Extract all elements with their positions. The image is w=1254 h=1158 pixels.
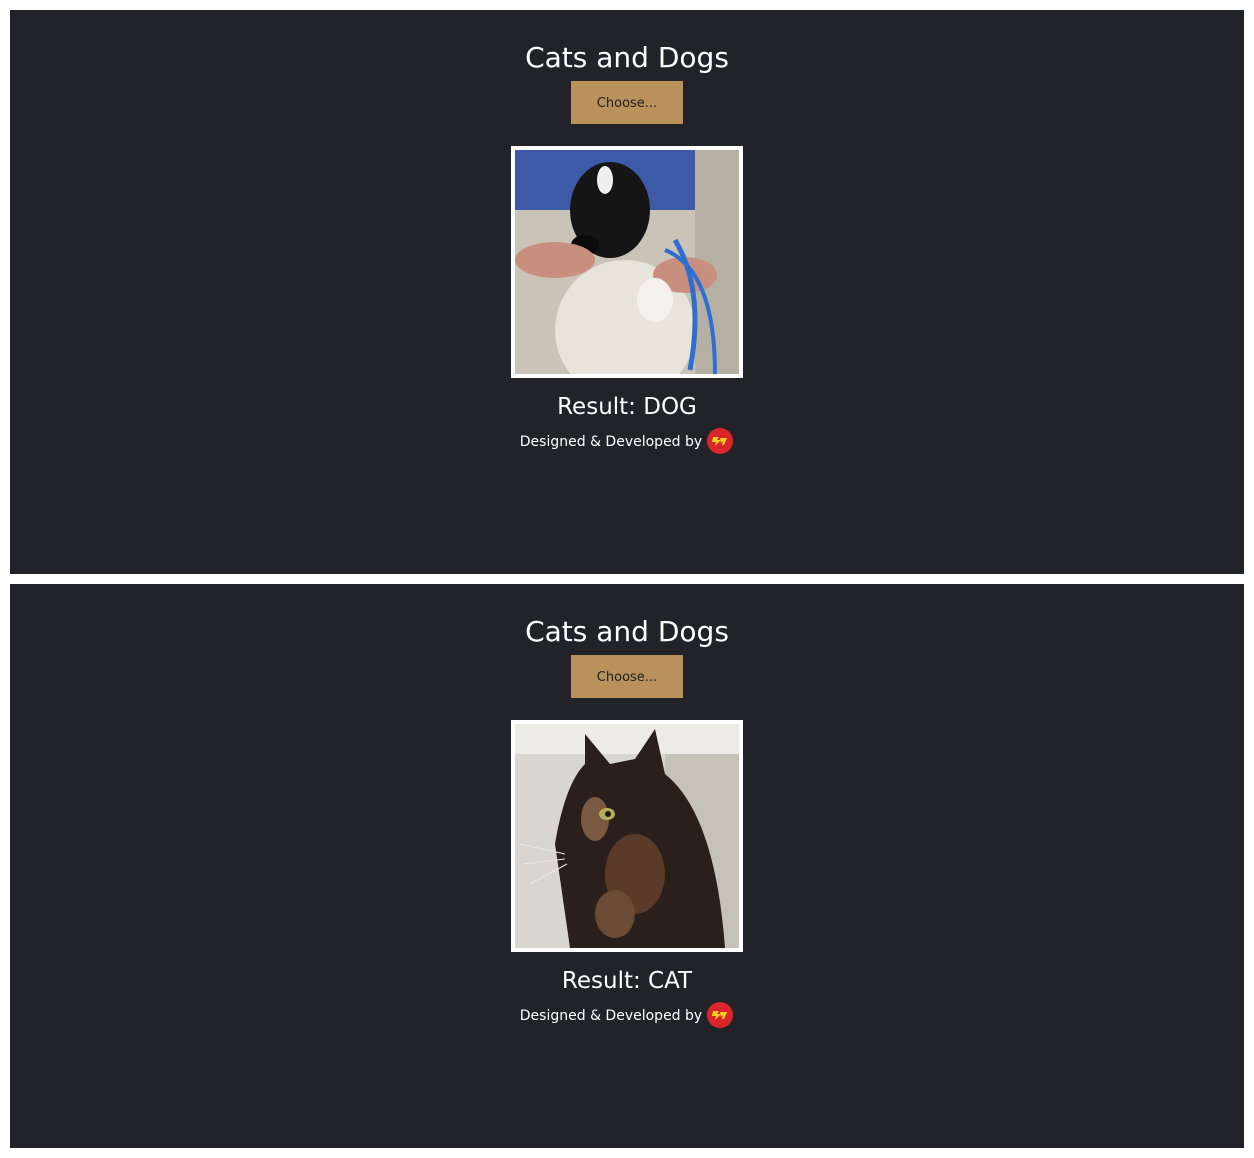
page-title: Cats and Dogs — [525, 615, 729, 648]
credit-text: Designed & Developed by — [519, 1008, 703, 1024]
author-logo-icon[interactable] — [706, 427, 734, 455]
credit-text: Designed & Developed by — [519, 434, 703, 450]
prediction-result: Result: CAT — [561, 968, 693, 994]
choose-file-button[interactable]: Choose... — [571, 81, 683, 124]
prediction-result: Result: DOG — [557, 394, 697, 420]
uploaded-image-cat — [511, 720, 743, 952]
app-panel-dog: Cats and Dogs Choose... Result: DOG Desi… — [10, 10, 1244, 574]
choose-file-button[interactable]: Choose... — [571, 655, 683, 698]
page-title: Cats and Dogs — [525, 41, 729, 74]
author-logo-icon[interactable] — [706, 1001, 734, 1029]
credit-line: Designed & Developed by — [10, 1001, 1244, 1030]
credit-line: Designed & Developed by — [10, 427, 1244, 456]
uploaded-image-dog — [511, 146, 743, 378]
app-panel-cat: Cats and Dogs Choose... Result: CAT Desi… — [10, 584, 1244, 1148]
